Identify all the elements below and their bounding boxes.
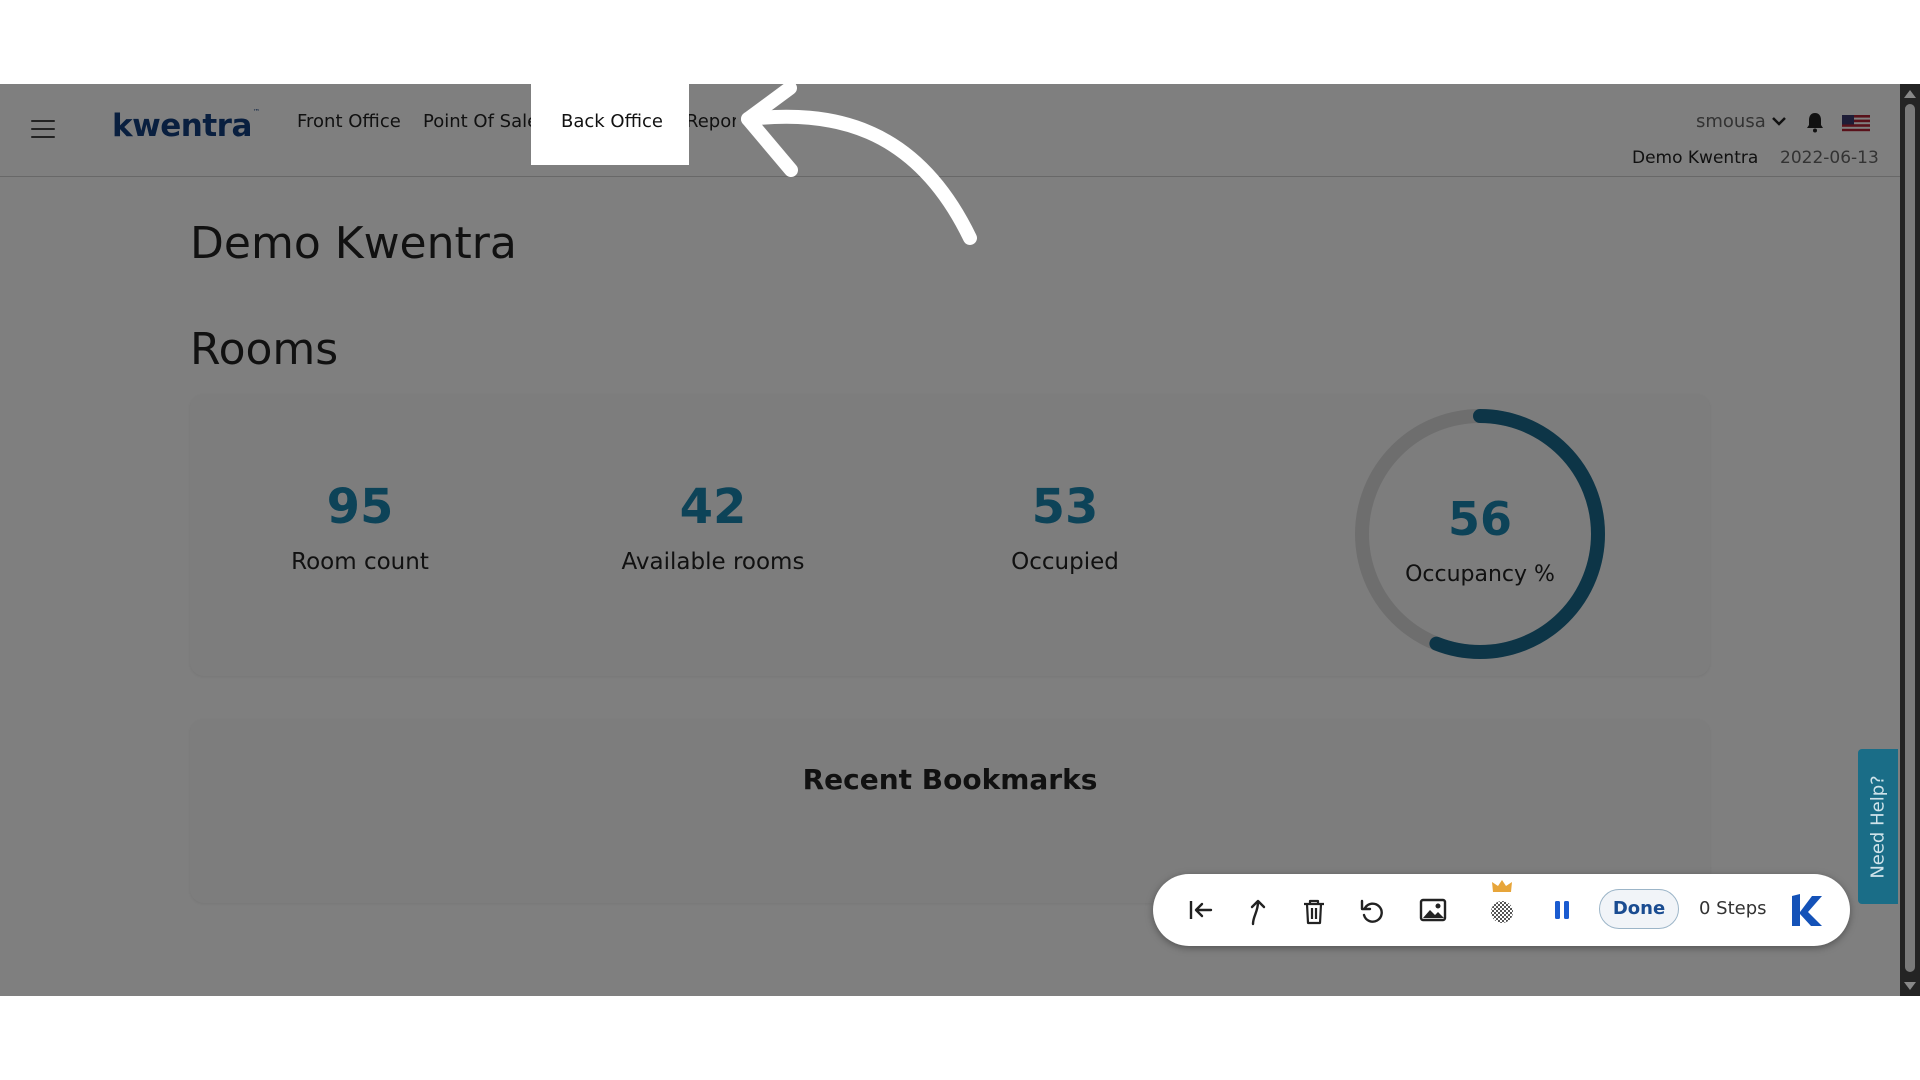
done-button[interactable]: Done: [1599, 889, 1679, 929]
nav-point-of-sale[interactable]: Point Of Sale: [423, 111, 533, 132]
recent-bookmarks-title: Recent Bookmarks: [802, 763, 1098, 796]
kwentra-logo[interactable]: kwentra™: [112, 108, 260, 144]
recorder-toolbar: Done 0 Steps: [1153, 874, 1850, 946]
stat-value: 42: [679, 479, 747, 535]
stat-value: 53: [1031, 479, 1099, 535]
menu-icon[interactable]: [31, 120, 55, 138]
nav-reports[interactable]: Reports: [686, 111, 736, 132]
logo-text: kwentra: [112, 108, 252, 144]
stat-label: Occupied: [1011, 549, 1119, 575]
stat-value: 95: [326, 479, 394, 535]
blur-premium-icon[interactable]: [1490, 900, 1514, 924]
scroll-up-arrow[interactable]: [1904, 90, 1916, 98]
stat-available-rooms: 42 Available rooms: [563, 479, 863, 575]
kwentra-k-logo[interactable]: [1788, 890, 1824, 930]
steps-counter: 0 Steps: [1699, 898, 1767, 919]
skip-to-start-icon[interactable]: [1188, 898, 1214, 922]
nav-back-office[interactable]: Back Office: [561, 111, 663, 132]
scroll-down-arrow[interactable]: [1904, 982, 1916, 990]
highlight-box: Back Office: [531, 84, 689, 165]
business-date: 2022-06-13: [1780, 148, 1879, 168]
top-header: kwentra™ Front Office Point Of Sale Repo…: [0, 84, 1900, 177]
vertical-scrollbar[interactable]: [1900, 84, 1920, 996]
crown-icon: [1492, 880, 1512, 892]
pause-icon[interactable]: [1552, 899, 1572, 921]
stat-occupied: 53 Occupied: [915, 479, 1215, 575]
chevron-down-icon[interactable]: [1771, 115, 1787, 127]
occupancy-value: 56: [1447, 492, 1512, 546]
image-icon[interactable]: [1419, 898, 1447, 922]
trash-icon[interactable]: [1302, 898, 1326, 926]
occupancy-label: Occupancy %: [1405, 562, 1555, 587]
screenshot-stage: kwentra™ Front Office Point Of Sale Repo…: [0, 84, 1920, 996]
property-name: Demo Kwentra: [1632, 148, 1759, 168]
undo-icon[interactable]: [1359, 898, 1385, 924]
rooms-section-title: Rooms: [190, 324, 339, 375]
us-flag-icon[interactable]: [1842, 115, 1870, 133]
branch-icon[interactable]: [1247, 898, 1269, 926]
need-help-label: Need Help?: [1867, 774, 1889, 879]
need-help-tab[interactable]: Need Help?: [1858, 749, 1898, 904]
nav-front-office[interactable]: Front Office: [297, 111, 401, 132]
bell-icon[interactable]: [1805, 111, 1825, 133]
page-title: Demo Kwentra: [190, 218, 517, 269]
user-menu[interactable]: smousa: [1696, 111, 1766, 132]
scrollbar-thumb[interactable]: [1905, 104, 1915, 972]
stat-label: Room count: [291, 549, 429, 575]
app-window: kwentra™ Front Office Point Of Sale Repo…: [0, 84, 1900, 996]
stat-label: Available rooms: [621, 549, 805, 575]
logo-trademark: ™: [252, 108, 260, 116]
stat-room-count: 95 Room count: [210, 479, 510, 575]
